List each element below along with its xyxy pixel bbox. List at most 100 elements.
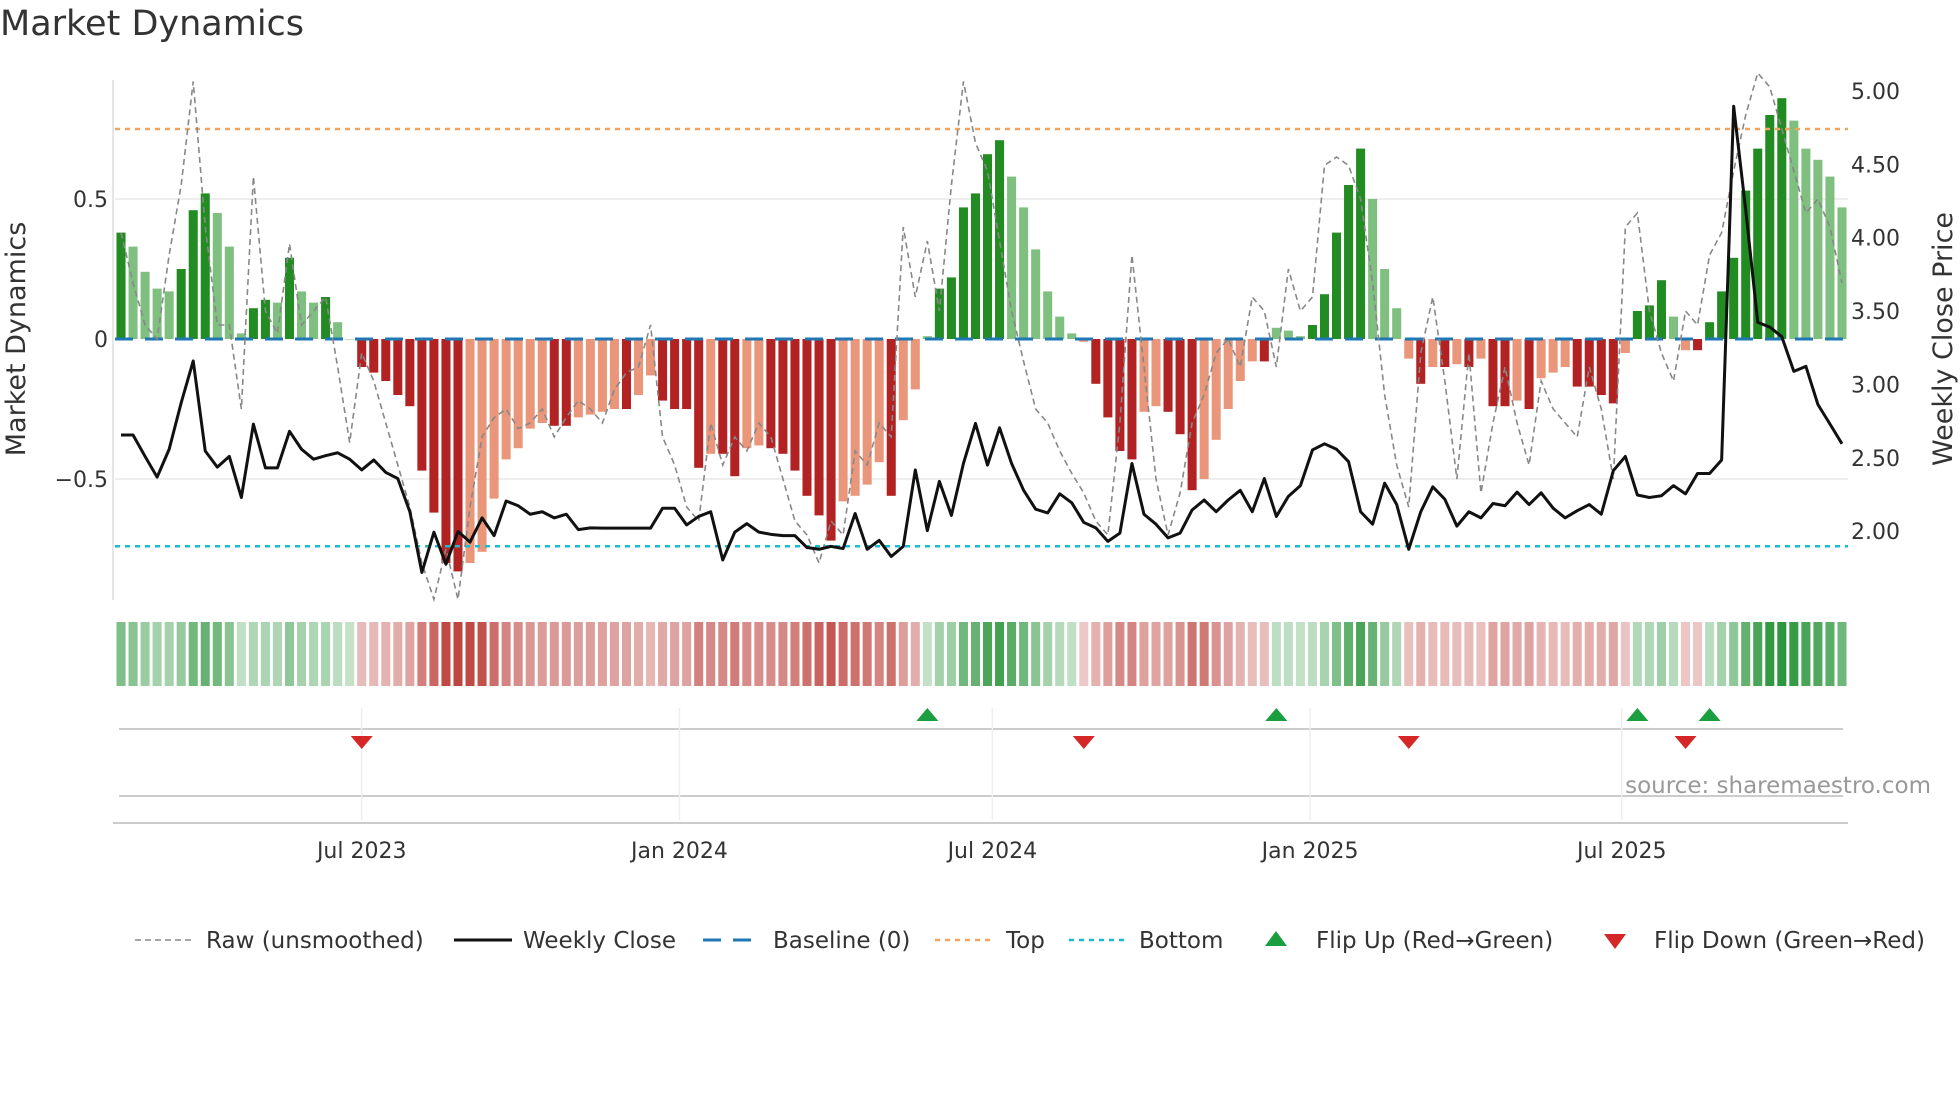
dynamics-bar — [1067, 333, 1077, 339]
regime-strip-cell — [1668, 622, 1679, 686]
regime-strip-cell — [983, 622, 993, 686]
regime-strip-cell — [1705, 622, 1715, 686]
y2-tick-label: 3.00 — [1851, 373, 1900, 398]
dynamics-bar — [1825, 176, 1835, 339]
dynamics-bar — [1813, 159, 1823, 339]
dynamics-bar — [1536, 339, 1546, 379]
dynamics-bar — [1476, 339, 1486, 359]
dynamics-bar — [778, 339, 788, 454]
regime-strip-cell — [1115, 622, 1125, 686]
dynamics-bar — [1428, 339, 1438, 367]
regime-strip-cell — [1608, 622, 1618, 686]
regime-strip-cell — [922, 622, 932, 686]
dynamics-bar — [1705, 322, 1715, 339]
dynamics-bar — [116, 232, 126, 339]
dynamics-bar — [1055, 316, 1065, 339]
regime-strip-cell — [1175, 622, 1185, 686]
dynamics-bar — [1247, 339, 1257, 362]
regime-strip-cell — [1079, 622, 1089, 686]
regime-strip-cell — [1187, 622, 1197, 686]
regime-strip — [116, 622, 1847, 686]
y2-tick-label: 2.00 — [1851, 520, 1900, 545]
regime-strip-cell — [1753, 622, 1763, 686]
regime-strip-cell — [1512, 622, 1522, 686]
legend-label: Raw (unsmoothed) — [206, 928, 424, 954]
regime-strip-cell — [1271, 622, 1281, 686]
dynamics-bar — [1632, 311, 1642, 339]
regime-strip-cell — [838, 622, 848, 686]
regime-strip-cell — [1632, 622, 1642, 686]
flip-down-marker — [1397, 736, 1420, 749]
weekly-close-line — [121, 104, 1844, 574]
dynamics-bar — [826, 339, 836, 541]
dynamics-bar — [1332, 232, 1342, 339]
regime-strip-cell — [248, 622, 258, 686]
regime-strip-cell — [212, 622, 222, 686]
series-lines — [120, 71, 1844, 603]
dynamics-bar — [1801, 148, 1811, 339]
dynamics-bar — [970, 193, 980, 339]
dynamics-bar — [1560, 339, 1570, 367]
dynamics-bar — [946, 277, 956, 339]
regime-strip-cell — [465, 622, 475, 686]
regime-strip-cell — [1344, 622, 1354, 686]
regime-strip-cell — [682, 622, 692, 686]
regime-strip-cell — [501, 622, 511, 686]
dynamics-bar — [658, 339, 668, 401]
dynamics-bar — [1344, 185, 1354, 339]
dynamics-bar — [441, 339, 451, 563]
regime-strip-cell — [549, 622, 559, 686]
dynamics-bar — [260, 299, 270, 339]
regime-strip-cell — [898, 622, 908, 686]
regime-strip-cell — [1801, 622, 1811, 686]
regime-strip-cell — [1717, 622, 1727, 686]
dynamics-bar — [1548, 339, 1558, 373]
dynamics-bar — [1500, 339, 1510, 407]
dynamics-bar — [1043, 291, 1053, 339]
source-label: source: sharemaestro.com — [1625, 773, 1931, 799]
dynamics-bar — [1596, 339, 1606, 395]
axes: 0.5 0 −0.5 5.00 4.50 4.00 3.50 3.00 2.50 2.00 Mark… — [1, 80, 1959, 600]
regime-strip-cell — [357, 622, 367, 686]
regime-strip-cell — [754, 622, 764, 686]
dynamics-bar — [609, 339, 619, 409]
dynamics-bar — [958, 207, 968, 339]
legend-item-down: Flip Down (Green→Red) — [1604, 928, 1925, 954]
regime-strip-cell — [272, 622, 282, 686]
dynamics-bar — [1151, 339, 1161, 407]
dynamics-bar — [983, 154, 993, 339]
x-tick-label: Jul 2024 — [946, 839, 1038, 864]
regime-strip-cell — [658, 622, 668, 686]
regime-strip-cell — [513, 622, 523, 686]
dynamics-bar — [1223, 339, 1233, 409]
regime-strip-cell — [1091, 622, 1101, 686]
regime-strip-cell — [1584, 622, 1594, 686]
regime-strip-cell — [1356, 622, 1366, 686]
regime-strip-cell — [1295, 622, 1305, 686]
regime-strip-cell — [1428, 622, 1438, 686]
regime-strip-cell — [1488, 622, 1498, 686]
flip-down-icon — [1604, 934, 1626, 949]
bars — [116, 98, 1847, 572]
regime-strip-cell — [297, 622, 307, 686]
dynamics-bar — [1681, 339, 1691, 351]
flip-up-marker — [916, 708, 939, 721]
regime-strip-cell — [1765, 622, 1775, 686]
dynamics-bar — [1512, 339, 1522, 401]
dynamics-bar — [621, 339, 631, 409]
dynamics-bar — [1524, 339, 1534, 409]
regime-strip-cell — [345, 622, 355, 686]
regime-strip-cell — [850, 622, 860, 686]
regime-strip-cell — [886, 622, 896, 686]
regime-strip-cell — [694, 622, 704, 686]
regime-strip-cell — [1825, 622, 1835, 686]
regime-strip-cell — [958, 622, 968, 686]
regime-strip-cell — [1007, 622, 1017, 686]
regime-strip-cell — [1103, 622, 1113, 686]
dynamics-bar — [152, 288, 162, 339]
y2-axis-title: Weekly Close Price — [1928, 212, 1959, 466]
dynamics-bar — [248, 308, 258, 339]
legend-label: Baseline (0) — [773, 928, 910, 954]
regime-strip-cell — [1693, 622, 1703, 686]
dynamics-bar — [1404, 339, 1414, 359]
